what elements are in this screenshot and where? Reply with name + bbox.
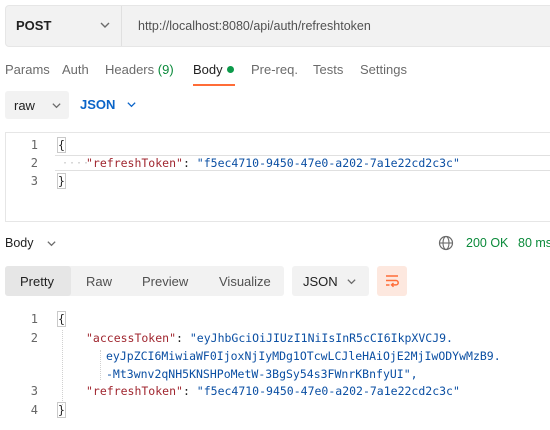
json-line: "accessToken": "eyJhbGciOiJIUzI1NiIsInR5… <box>86 331 453 345</box>
response-format-label: JSON <box>303 274 338 289</box>
body-mode-select[interactable]: raw <box>5 91 69 119</box>
json-value-continued: eyJpZCI6MiwiaWF0IjoxNjIyMDg1OTcwLCJleHAi… <box>106 349 501 363</box>
view-tab-preview[interactable]: Preview <box>142 274 188 289</box>
line-number: 1 <box>30 138 38 152</box>
json-value-continued: -Mt3wnv2qNH5KNSHPoMetW-3BgSy54s3FWnrKBnf… <box>106 367 418 381</box>
chevron-down-icon <box>52 103 61 109</box>
line-number: 2 <box>30 156 38 170</box>
tab-auth[interactable]: Auth <box>62 62 89 77</box>
json-colon: : <box>176 331 190 345</box>
chevron-down-icon <box>347 279 356 285</box>
view-tab-visualize[interactable]: Visualize <box>219 274 271 289</box>
globe-icon[interactable] <box>438 235 454 251</box>
url-input[interactable]: http://localhost:8080/api/auth/refreshto… <box>138 19 371 33</box>
tab-settings[interactable]: Settings <box>360 62 407 77</box>
body-indicator-dot <box>226 66 234 73</box>
view-tab-raw[interactable]: Raw <box>86 274 112 289</box>
chevron-down-icon[interactable] <box>126 99 137 110</box>
url-divider <box>121 6 122 46</box>
tab-body[interactable]: Body <box>193 62 234 77</box>
line-number: 3 <box>30 174 38 188</box>
chevron-down-icon <box>100 22 110 28</box>
json-colon: : <box>182 156 197 170</box>
status-badge[interactable]: 200 OK <box>466 236 508 250</box>
headers-count-badge: (9) <box>157 62 174 77</box>
indent-guide <box>100 350 101 380</box>
wrap-lines-button[interactable] <box>377 266 407 296</box>
tab-body-label: Body <box>193 62 223 77</box>
line-number: 1 <box>30 312 38 326</box>
json-key: "refreshToken" <box>86 156 183 170</box>
method-selector[interactable]: POST <box>6 6 121 46</box>
wrap-lines-icon <box>386 275 399 288</box>
tab-tests[interactable]: Tests <box>313 62 343 77</box>
request-body-editor[interactable] <box>5 132 550 222</box>
response-format-select[interactable]: JSON <box>292 266 369 296</box>
json-line: "refreshToken": "f5ec4710-9450-47e0-a202… <box>86 384 460 398</box>
tab-headers-label: Headers <box>105 62 155 77</box>
response-view-tabs: Pretty Raw Preview Visualize <box>5 266 284 296</box>
line-number: 2 <box>30 331 38 345</box>
tab-params[interactable]: Params <box>5 62 50 77</box>
close-brace: } <box>57 173 66 189</box>
response-time[interactable]: 80 ms <box>518 236 550 250</box>
line-number: 4 <box>30 403 38 417</box>
tab-headers[interactable]: Headers (9) <box>105 62 174 77</box>
open-brace: { <box>57 311 66 327</box>
json-value: "f5ec4710-9450-47e0-a202-7a1e22cd2c3c" <box>196 156 460 170</box>
body-mode-label: raw <box>14 98 35 113</box>
json-colon: : <box>182 384 197 398</box>
json-value: "f5ec4710-9450-47e0-a202-7a1e22cd2c3c" <box>196 384 460 398</box>
tab-prereq[interactable]: Pre-req. <box>251 62 298 77</box>
json-value: "eyJhbGciOiJIUzI1NiIsInR5cCI6IkpXVCJ9. <box>189 331 453 345</box>
method-label: POST <box>16 18 52 33</box>
active-tab-underline <box>193 84 235 86</box>
close-brace: } <box>57 402 66 418</box>
chevron-down-icon[interactable] <box>46 238 57 249</box>
json-key: "refreshToken" <box>86 384 183 398</box>
json-key: "accessToken" <box>86 331 177 345</box>
json-line: "refreshToken": "f5ec4710-9450-47e0-a202… <box>86 156 460 170</box>
url-bar: POST http://localhost:8080/api/auth/refr… <box>5 5 550 47</box>
response-body-label[interactable]: Body <box>5 236 34 250</box>
body-format-select[interactable]: JSON <box>80 97 115 112</box>
line-number: 3 <box>30 384 38 398</box>
indent-guide <box>62 330 63 405</box>
open-brace: { <box>57 137 66 153</box>
view-tab-pretty[interactable]: Pretty <box>20 274 54 289</box>
